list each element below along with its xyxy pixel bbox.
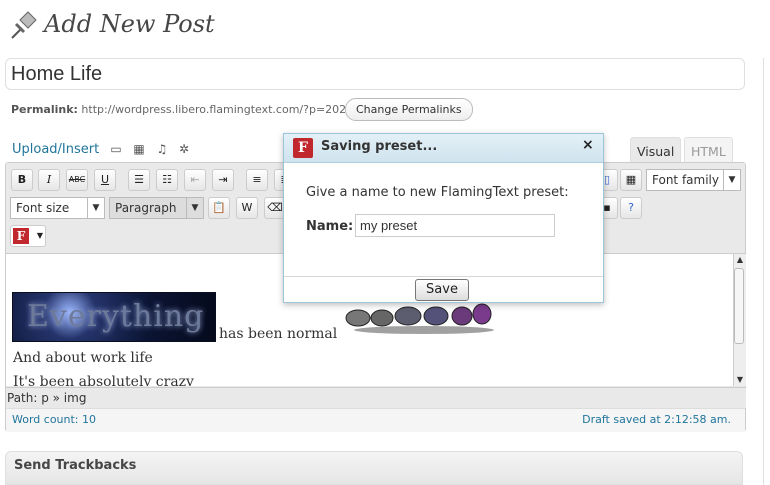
image-icon[interactable]: ▭ xyxy=(109,143,123,156)
format-select[interactable]: Paragraph ▼ xyxy=(109,197,204,219)
chevron-down-icon: ▼ xyxy=(723,170,740,190)
permalink-label: Permalink: xyxy=(11,103,78,116)
flamingtext-image-text: Everything xyxy=(27,299,205,334)
draft-saved-status: Draft saved at 2:12:58 am. xyxy=(582,413,731,426)
tab-visual[interactable]: Visual xyxy=(630,137,682,163)
bullet-list-icon[interactable]: ☰ xyxy=(128,169,150,191)
strikethrough-button[interactable]: ABC xyxy=(66,169,88,191)
font-family-value: Font family xyxy=(652,173,719,187)
underline-button[interactable]: U xyxy=(94,169,116,191)
paste-text-icon[interactable]: 📋 xyxy=(208,197,230,219)
scroll-up-icon[interactable]: ▲ xyxy=(734,254,746,266)
content-line-2: And about work life xyxy=(13,350,153,366)
bold-button[interactable]: B xyxy=(11,169,33,191)
kitchen-sink-icon[interactable]: ▦ xyxy=(620,169,642,191)
permalink: Permalink: http://wordpress.libero.flami… xyxy=(11,103,346,116)
sidebar-edge xyxy=(763,58,770,485)
word-count: Word count: 10 xyxy=(12,413,97,426)
content-line-3: It's been absolutely crazy xyxy=(13,374,194,386)
change-permalinks-button[interactable]: Change Permalinks xyxy=(345,98,473,121)
trackbacks-title: Send Trackbacks xyxy=(14,458,137,473)
flamingtext-icon: F xyxy=(13,228,29,244)
indent-icon[interactable]: ⇥ xyxy=(212,169,234,191)
close-icon[interactable]: × xyxy=(582,137,594,153)
help-icon[interactable]: ? xyxy=(620,197,642,219)
chevron-down-icon: ▼ xyxy=(186,198,203,218)
scroll-thumb[interactable] xyxy=(734,268,744,344)
paste-word-icon[interactable]: W xyxy=(236,197,258,219)
preset-name-label-text: Name xyxy=(306,219,349,234)
preset-name-label: Name: xyxy=(306,219,354,234)
dialog-divider xyxy=(284,276,603,277)
content-line-1: has been normal xyxy=(219,326,338,342)
dialog-prompt: Give a name to new FlamingText preset: xyxy=(306,185,569,200)
font-size-select[interactable]: Font size ▼ xyxy=(10,197,105,219)
font-family-select[interactable]: Font family ▼ xyxy=(646,169,741,191)
preset-name-input[interactable] xyxy=(355,214,555,237)
outdent-icon[interactable]: ⇤ xyxy=(184,169,206,191)
italic-button[interactable]: I xyxy=(38,169,60,191)
format-value: Paragraph xyxy=(115,201,177,215)
permalink-url[interactable]: http://wordpress.libero.flamingtext.com/… xyxy=(81,103,346,116)
font-size-value: Font size xyxy=(16,201,70,215)
save-button[interactable]: Save xyxy=(415,279,469,301)
upload-insert-label: Upload/Insert xyxy=(12,142,100,157)
scroll-down-icon[interactable]: ▼ xyxy=(734,374,746,386)
audio-icon[interactable]: ♫ xyxy=(155,143,169,156)
page-title: Add New Post xyxy=(44,10,215,38)
tab-html[interactable]: HTML xyxy=(684,137,733,163)
flamingtext-icon: F xyxy=(293,138,313,158)
media-icon[interactable]: ✲ xyxy=(177,143,191,156)
numbered-list-icon[interactable]: ☷ xyxy=(156,169,178,191)
video-icon[interactable]: ▦ xyxy=(132,143,146,156)
pushpin-icon xyxy=(11,11,37,39)
align-left-icon[interactable]: ≡ xyxy=(246,169,268,191)
dialog-title: Saving preset... xyxy=(321,139,438,154)
flamingtext-image[interactable]: Everything xyxy=(12,292,216,342)
chevron-down-icon: ▼ xyxy=(87,198,104,218)
post-title-input[interactable] xyxy=(5,58,745,90)
path-bar: Path: p » img xyxy=(6,387,746,408)
status-bar: Word count: 10 Draft saved at 2:12:58 am… xyxy=(6,408,745,432)
flamingtext-button[interactable]: F ▼ xyxy=(10,225,46,247)
chevron-down-icon: ▼ xyxy=(36,231,43,240)
